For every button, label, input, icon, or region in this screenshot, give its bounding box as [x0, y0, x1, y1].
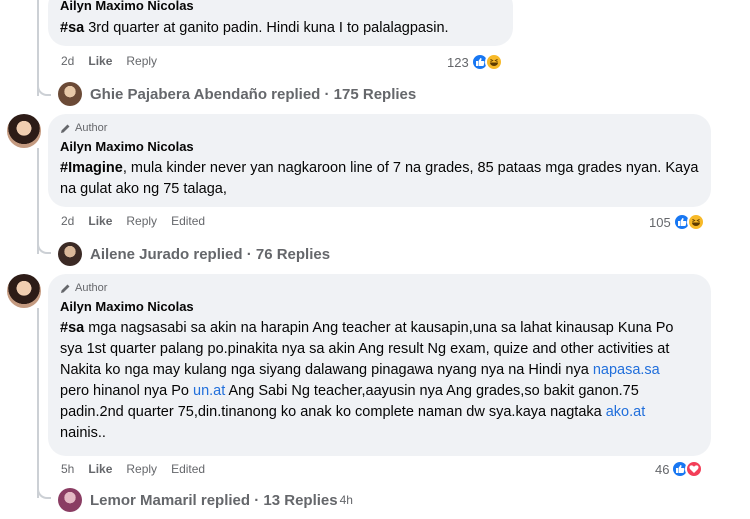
- author-badge: Author: [60, 282, 699, 294]
- comment-actions: 5h Like Reply Edited: [61, 462, 205, 476]
- avatar: [58, 488, 82, 512]
- reaction-summary[interactable]: 123: [447, 53, 503, 71]
- comment-actions: 2d Like Reply: [61, 54, 157, 68]
- like-button[interactable]: Like: [88, 462, 112, 476]
- reaction-count: 123: [447, 54, 469, 70]
- like-button[interactable]: Like: [88, 214, 112, 228]
- edited-label: Edited: [171, 462, 206, 476]
- comment-time[interactable]: 2d: [61, 214, 74, 228]
- reaction-summary[interactable]: 105: [649, 213, 705, 231]
- replies-text: Ailene Jurado replied · 76 Replies: [90, 245, 331, 263]
- author-badge: Author: [60, 122, 699, 134]
- heart-reaction-icon: [685, 460, 704, 478]
- comment-body: 3rd quarter at ganito padin. Hindi kuna …: [84, 20, 449, 36]
- reply-button[interactable]: Reply: [126, 54, 157, 68]
- reaction-count: 105: [649, 214, 671, 230]
- reply-button[interactable]: Reply: [126, 462, 157, 476]
- replies-link[interactable]: Ailene Jurado replied · 76 Replies: [58, 242, 330, 266]
- comment-body: nainis..: [60, 425, 106, 441]
- thread-line: [37, 148, 39, 254]
- reply-connector: [37, 485, 51, 499]
- avatar[interactable]: [7, 274, 41, 308]
- comment-time[interactable]: 2d: [61, 54, 74, 68]
- reaction-count: 46: [655, 461, 670, 477]
- comment-time[interactable]: 5h: [61, 462, 74, 476]
- replies-link[interactable]: Lemor Mamaril replied · 13 Replies 4h: [58, 488, 353, 512]
- thread-line: [37, 308, 39, 498]
- comment-body: , mula kinder never yan nagkaroon line o…: [60, 160, 699, 197]
- reply-time[interactable]: 4h: [340, 493, 353, 507]
- hashtag[interactable]: #sa: [60, 320, 84, 336]
- replies-text: Ghie Pajabera Abendaño replied · 175 Rep…: [90, 85, 417, 103]
- comment-author-name[interactable]: Ailyn Maximo Nicolas: [60, 0, 501, 13]
- comment-bubble: Ailyn Maximo Nicolas #sa 3rd quarter at …: [48, 0, 513, 46]
- comment-text: #sa 3rd quarter at ganito padin. Hindi k…: [60, 18, 501, 39]
- hashtag[interactable]: #sa: [60, 20, 84, 36]
- reaction-summary[interactable]: 46: [655, 460, 704, 478]
- comment-author-name[interactable]: Ailyn Maximo Nicolas: [60, 299, 699, 314]
- author-badge-label: Author: [75, 282, 108, 294]
- comment-text: #sa mga nagsasabi sa akin na harapin Ang…: [60, 318, 699, 444]
- comment-author-name[interactable]: Ailyn Maximo Nicolas: [60, 139, 699, 154]
- avatar: [58, 242, 82, 266]
- author-badge-label: Author: [75, 122, 108, 134]
- hashtag[interactable]: #Imagine: [60, 160, 123, 176]
- inline-link[interactable]: ako.at: [606, 404, 646, 420]
- comment-text: #Imagine, mula kinder never yan nagkaroo…: [60, 158, 699, 200]
- haha-reaction-icon: [686, 213, 705, 231]
- comment-body: mga nagsasabi sa akin na harapin Ang tea…: [60, 320, 674, 378]
- comment-body: pero hinanol nya Po: [60, 383, 194, 399]
- edited-label: Edited: [171, 214, 206, 228]
- reply-connector: [37, 82, 51, 96]
- reply-button[interactable]: Reply: [126, 214, 157, 228]
- inline-link[interactable]: un.at: [193, 383, 225, 399]
- comment-actions: 2d Like Reply Edited: [61, 214, 205, 228]
- replies-text: Lemor Mamaril replied · 13 Replies: [90, 491, 338, 509]
- pencil-icon: [61, 124, 70, 133]
- comment-bubble: Author Ailyn Maximo Nicolas #Imagine, mu…: [48, 114, 711, 207]
- reply-connector: [37, 240, 51, 254]
- comment-bubble: Author Ailyn Maximo Nicolas #sa mga nags…: [48, 274, 711, 456]
- avatar[interactable]: [7, 114, 41, 148]
- haha-reaction-icon: [484, 53, 503, 71]
- inline-link[interactable]: napasa.sa: [593, 362, 660, 378]
- pencil-icon: [61, 284, 70, 293]
- like-button[interactable]: Like: [88, 54, 112, 68]
- replies-link[interactable]: Ghie Pajabera Abendaño replied · 175 Rep…: [58, 82, 416, 106]
- avatar: [58, 82, 82, 106]
